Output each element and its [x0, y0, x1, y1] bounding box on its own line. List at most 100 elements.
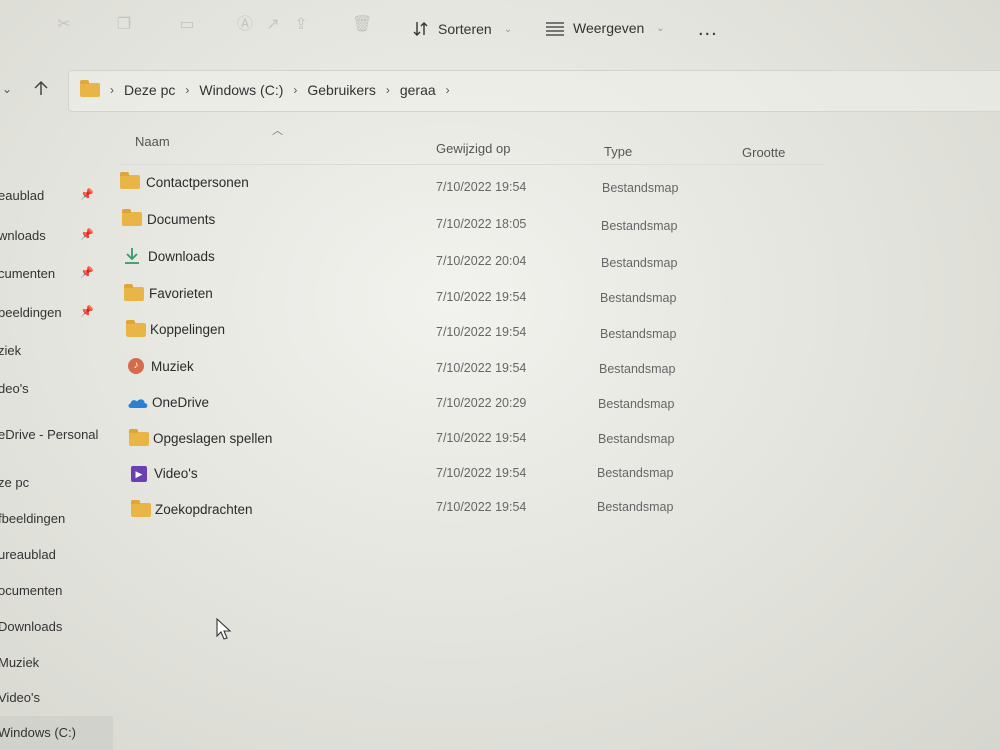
share-icon-2[interactable]: ⇪	[292, 16, 310, 34]
file-type: Bestandsmap	[597, 466, 674, 480]
file-row[interactable]: Contactpersonen 7/10/2022 19:54 Bestands…	[118, 172, 818, 202]
file-row[interactable]: Favorieten 7/10/2022 19:54 Bestandsmap	[118, 284, 818, 314]
sidebar-item-afbeeldingen-pc[interactable]: fbeeldingen	[0, 511, 65, 526]
chevron-right-icon[interactable]: ›	[446, 83, 450, 97]
onedrive-icon	[128, 399, 148, 408]
file-row[interactable]: ▶ Video's 7/10/2022 19:54 Bestandsmap	[118, 464, 818, 494]
folder-icon	[122, 209, 142, 226]
breadcrumb-gebruikers[interactable]: Gebruikers	[307, 82, 375, 98]
view-button[interactable]: Weergeven ⌄	[545, 20, 665, 36]
sort-label: Sorteren	[438, 21, 492, 37]
mouse-cursor-icon	[216, 618, 232, 640]
download-icon	[125, 248, 139, 264]
file-type: Bestandsmap	[598, 432, 675, 446]
file-row[interactable]: Opgeslagen spellen 7/10/2022 19:54 Besta…	[118, 429, 818, 459]
sidebar-item-videos[interactable]: deo's	[0, 381, 29, 396]
view-icon	[546, 22, 564, 36]
file-modified: 7/10/2022 19:54	[436, 290, 527, 304]
sidebar-item-onedrive[interactable]: eDrive - Personal	[0, 427, 98, 442]
paste-icon[interactable]: ▭	[178, 16, 196, 34]
sidebar-item-bureaublad-pc[interactable]: ureaublad	[0, 547, 56, 562]
file-modified: 7/10/2022 19:54	[436, 361, 527, 375]
file-row[interactable]: ♪ Muziek 7/10/2022 19:54 Bestandsmap	[118, 357, 818, 387]
file-modified: 7/10/2022 18:05	[436, 217, 527, 231]
file-type: Bestandsmap	[602, 181, 679, 195]
folder-icon	[126, 320, 146, 337]
sort-ascending-icon: ︿	[272, 125, 283, 137]
file-name: Contactpersonen	[146, 175, 249, 190]
column-header-type[interactable]: Type	[604, 144, 632, 159]
pin-icon: 📌	[80, 189, 94, 201]
file-modified: 7/10/2022 20:04	[436, 254, 527, 268]
pin-icon: 📌	[80, 306, 94, 318]
breadcrumb: › Deze pc › Windows (C:) › Gebruikers › …	[80, 80, 460, 98]
file-modified: 7/10/2022 20:29	[436, 396, 527, 410]
sidebar-item-muziek-pc[interactable]: Muziek	[0, 655, 39, 670]
file-type: Bestandsmap	[600, 291, 677, 305]
column-header-modified[interactable]: Gewijzigd op	[436, 141, 510, 156]
cut-icon[interactable]: ✂	[55, 16, 73, 34]
more-options-button[interactable]: ...	[698, 19, 718, 39]
sidebar-item-muziek[interactable]: ziek	[0, 343, 21, 358]
chevron-right-icon[interactable]: ›	[293, 83, 297, 97]
folder-icon	[131, 500, 151, 517]
chevron-down-icon: ⌄	[503, 23, 513, 35]
sidebar-item-bureaublad[interactable]: eaublad	[0, 188, 44, 203]
file-modified: 7/10/2022 19:54	[436, 180, 527, 194]
column-header-size[interactable]: Grootte	[742, 145, 785, 160]
chevron-right-icon[interactable]: ›	[386, 83, 390, 97]
breadcrumb-geraa[interactable]: geraa	[400, 82, 436, 98]
file-modified: 7/10/2022 19:54	[436, 325, 527, 339]
up-arrow-icon[interactable]	[32, 79, 50, 97]
breadcrumb-windows-c[interactable]: Windows (C:)	[199, 82, 283, 98]
delete-icon[interactable]: 🗑	[352, 16, 372, 34]
chevron-right-icon: ›	[110, 83, 114, 97]
pin-icon: 📌	[80, 267, 94, 279]
chevron-right-icon[interactable]: ›	[185, 83, 189, 97]
folder-icon	[120, 172, 140, 189]
column-header-name[interactable]: Naam	[135, 134, 170, 149]
rename-icon[interactable]: Ⓐ	[236, 16, 254, 34]
file-modified: 7/10/2022 19:54	[436, 500, 527, 514]
chevron-down-icon: ⌄	[656, 22, 665, 34]
sidebar-item-documenten[interactable]: cumenten	[0, 266, 55, 281]
file-row[interactable]: Downloads 7/10/2022 20:04 Bestandsmap	[118, 246, 818, 276]
command-bar: ✂ ❐ ▭ Ⓐ ↗ ⇪ 🗑 Sorteren ⌄ Weergeven ⌄ ...	[0, 0, 1000, 62]
file-name: Opgeslagen spellen	[153, 431, 273, 446]
sidebar-item-downloads-pc[interactable]: Downloads	[0, 619, 62, 634]
sidebar-item-windows-c[interactable]: Windows (C:)	[0, 725, 76, 740]
header-divider	[120, 164, 825, 165]
sidebar-item-deze-pc[interactable]: ze pc	[0, 475, 29, 490]
file-type: Bestandsmap	[599, 362, 676, 376]
file-row[interactable]: OneDrive 7/10/2022 20:29 Bestandsmap	[118, 393, 818, 423]
file-type: Bestandsmap	[598, 397, 675, 411]
sidebar-item-downloads[interactable]: wnloads	[0, 228, 46, 243]
recent-locations-chevron-icon[interactable]: ⌄	[2, 82, 12, 96]
file-type: Bestandsmap	[601, 219, 678, 233]
pin-icon: 📌	[80, 229, 94, 241]
file-name: Muziek	[151, 359, 194, 374]
file-name: Video's	[154, 466, 198, 481]
sort-icon	[413, 22, 428, 36]
file-name: Zoekopdrachten	[155, 502, 253, 517]
file-name: OneDrive	[152, 395, 210, 410]
file-modified: 7/10/2022 19:54	[436, 466, 527, 480]
file-row[interactable]: Koppelingen 7/10/2022 19:54 Bestandsmap	[118, 320, 818, 350]
view-label: Weergeven	[573, 20, 645, 36]
folder-icon	[124, 284, 144, 301]
file-name: Favorieten	[149, 286, 213, 301]
sidebar-item-documenten-pc[interactable]: ocumenten	[0, 583, 62, 598]
sort-button[interactable]: Sorteren ⌄	[412, 20, 512, 38]
video-icon: ▶	[131, 466, 147, 482]
file-name: Downloads	[148, 249, 215, 264]
sidebar-item-afbeeldingen[interactable]: beeldingen	[0, 305, 62, 320]
music-icon: ♪	[128, 358, 144, 374]
folder-icon	[129, 429, 149, 446]
file-name: Documents	[147, 212, 216, 227]
copy-icon[interactable]: ❐	[115, 16, 133, 34]
share-icon[interactable]: ↗	[264, 16, 282, 34]
file-row[interactable]: Documents 7/10/2022 18:05 Bestandsmap	[118, 209, 818, 239]
breadcrumb-deze-pc[interactable]: Deze pc	[124, 82, 175, 98]
file-row[interactable]: Zoekopdrachten 7/10/2022 19:54 Bestandsm…	[118, 499, 818, 529]
sidebar-item-videos-pc[interactable]: Video's	[0, 690, 40, 705]
